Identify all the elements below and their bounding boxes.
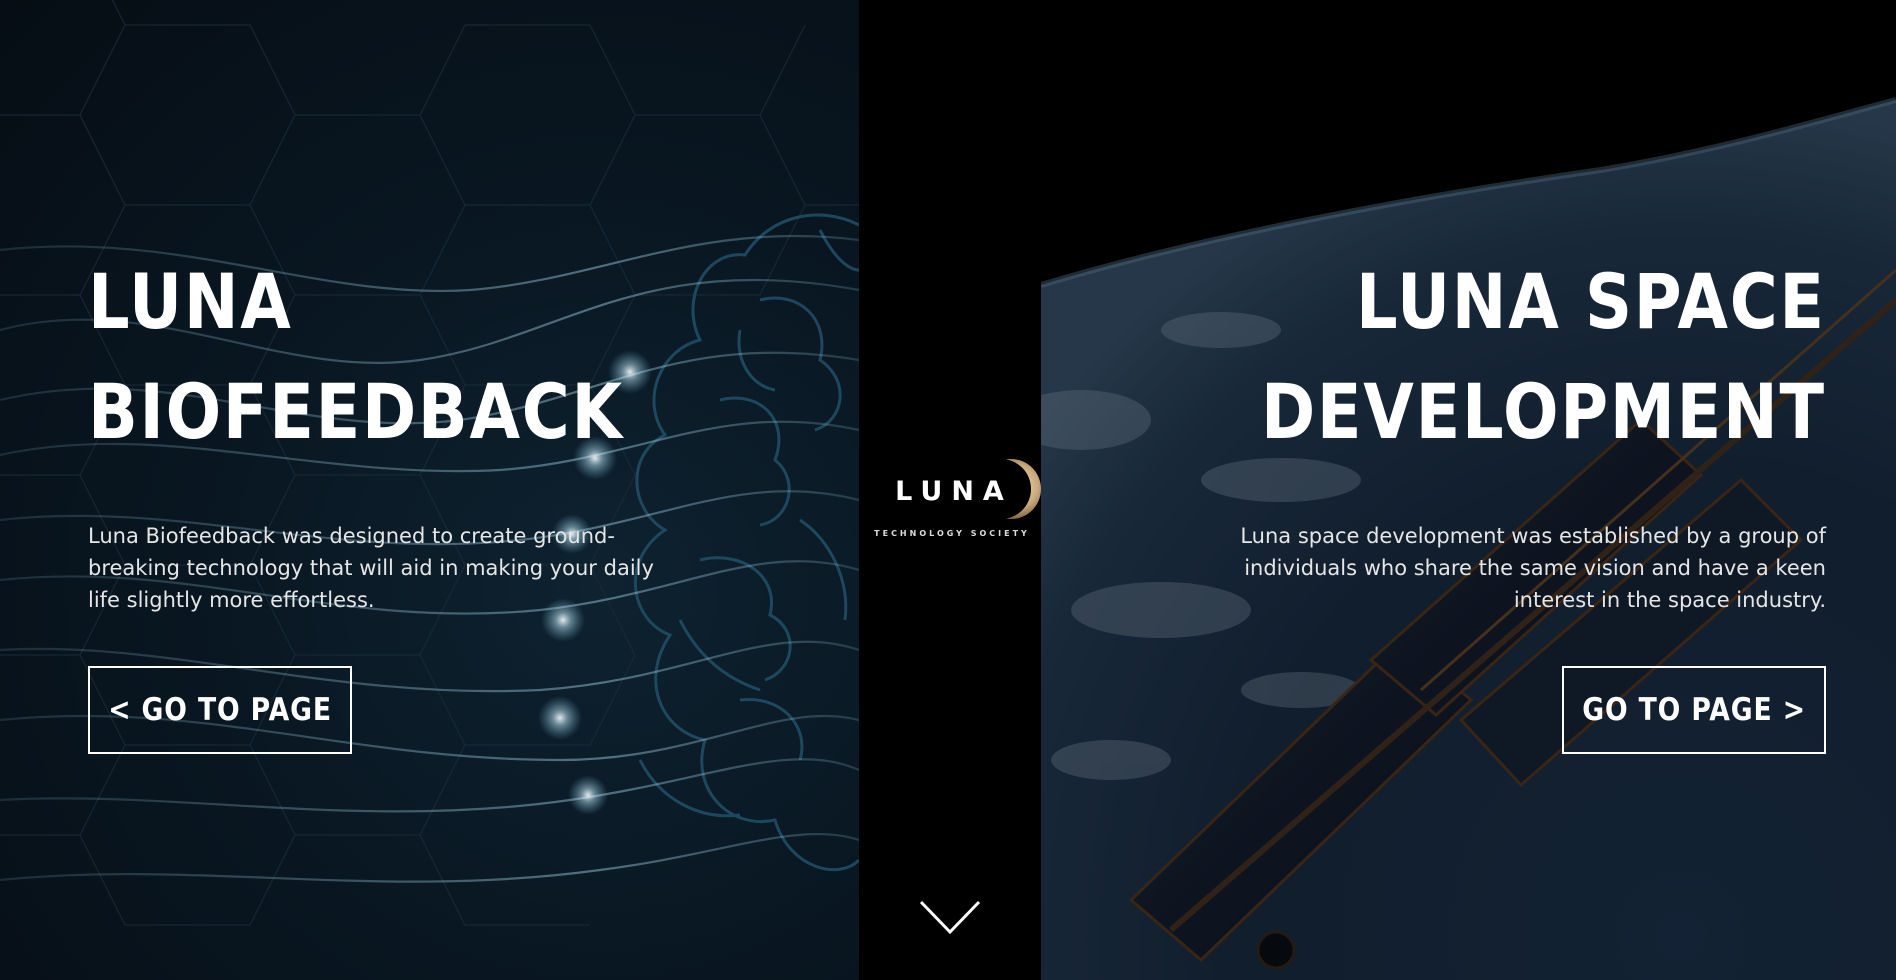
biofeedback-description: Luna Biofeedback was designed to create … xyxy=(88,524,654,612)
brain-waves-background xyxy=(0,0,859,926)
space-development-title: LUNA SPACE DEVELOPMENT xyxy=(1261,247,1826,467)
biofeedback-go-to-page-button[interactable]: < GO TO PAGE xyxy=(88,666,352,754)
earth-satellite-background xyxy=(1041,0,1896,980)
biofeedback-panel: LUNA BIOFEEDBACK Luna Biofeedback was de… xyxy=(0,0,859,980)
chevron-down-icon[interactable] xyxy=(918,898,982,938)
biofeedback-title: LUNA BIOFEEDBACK xyxy=(88,247,624,467)
space-development-go-to-page-button[interactable]: GO TO PAGE > xyxy=(1562,666,1826,754)
center-divider: LUNA TECHNOLOGY SOCIETY xyxy=(859,0,1041,980)
luna-logo[interactable]: LUNA TECHNOLOGY SOCIETY xyxy=(859,452,1041,542)
logo-wordmark: LUNA xyxy=(895,476,1013,507)
logo-tagline: TECHNOLOGY SOCIETY xyxy=(874,529,1030,538)
space-development-panel: LUNA SPACE DEVELOPMENT Luna space develo… xyxy=(1041,0,1896,980)
space-title-line1: LUNA SPACE xyxy=(1356,257,1826,346)
space-button-label: GO TO PAGE > xyxy=(1582,692,1806,728)
biofeedback-title-line1: LUNA xyxy=(88,257,293,346)
landing-page: LUNA BIOFEEDBACK Luna Biofeedback was de… xyxy=(0,0,1896,980)
space-development-description: Luna space development was established b… xyxy=(1240,524,1826,612)
biofeedback-title-line2: BIOFEEDBACK xyxy=(88,367,624,456)
biofeedback-button-label: < GO TO PAGE xyxy=(108,692,332,728)
space-title-line2: DEVELOPMENT xyxy=(1261,367,1826,456)
